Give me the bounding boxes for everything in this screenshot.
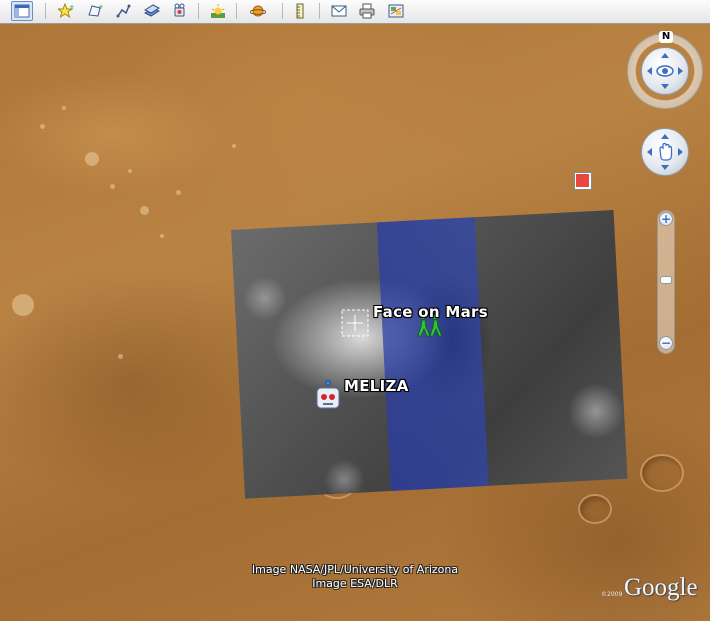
record-tour-icon (174, 3, 185, 17)
add-placemark-button[interactable]: + (55, 1, 77, 21)
robot-icon[interactable] (314, 380, 342, 412)
add-placemark-icon: + (58, 3, 74, 19)
compass-north-label[interactable]: N (659, 31, 673, 43)
overlay-corner-marker[interactable] (574, 172, 592, 190)
print-icon (359, 3, 375, 19)
record-tour-button[interactable] (170, 1, 192, 21)
move-joystick[interactable] (641, 128, 689, 176)
add-image-overlay-icon (144, 4, 160, 17)
planets-button[interactable] (247, 1, 269, 21)
image-overlay[interactable] (231, 209, 628, 499)
svg-text:+: + (98, 3, 103, 11)
email-button[interactable] (328, 1, 350, 21)
show-sidebar-button[interactable] (11, 1, 33, 21)
terrain-speck (128, 169, 132, 173)
terrain-crater (578, 494, 612, 524)
view-in-google-maps-icon (388, 4, 404, 18)
show-sidebar-icon (14, 4, 30, 18)
map-view[interactable]: Face on Mars MELIZA Image NASA/JPL/Unive… (0, 24, 710, 621)
toolbar: + + (0, 0, 710, 24)
add-polygon-icon: + (88, 3, 103, 17)
toolbar-separator (319, 3, 320, 19)
add-path-button[interactable] (113, 1, 135, 21)
add-image-overlay-button[interactable] (141, 1, 163, 21)
ruler-button[interactable] (289, 1, 311, 21)
terrain-crater (640, 454, 684, 492)
meliza-label[interactable]: MELIZA (344, 377, 409, 395)
eye-icon (647, 53, 683, 89)
stop-icon (576, 174, 589, 187)
terrain-speck (85, 152, 99, 166)
svg-text:+: + (69, 3, 74, 11)
hand-icon (647, 134, 683, 170)
plus-icon: + (660, 212, 672, 226)
terrain-speck (110, 184, 115, 189)
zoom-in-button[interactable]: + (659, 212, 673, 226)
terrain-speck (12, 294, 34, 316)
copyright-text: ©2009 (601, 591, 623, 598)
terrain-speck (176, 190, 181, 195)
zoom-slider-thumb[interactable] (660, 276, 672, 284)
overlay-blue-band (376, 217, 489, 491)
target-crosshair-icon (341, 309, 369, 337)
attribution-line-2: Image ESA/DLR (312, 577, 398, 590)
toolbar-separator (198, 3, 199, 19)
toolbar-separator (45, 3, 46, 19)
email-icon (331, 5, 347, 17)
view-in-google-maps-button[interactable] (385, 1, 407, 21)
face-on-mars-label[interactable]: Face on Mars (373, 303, 488, 321)
look-joystick[interactable] (641, 47, 689, 95)
google-logo: Google (624, 574, 698, 601)
ruler-icon (296, 3, 304, 19)
sun-button[interactable] (207, 1, 229, 21)
add-polygon-button[interactable]: + (84, 1, 106, 21)
add-path-icon (116, 4, 131, 18)
terrain-speck (40, 124, 45, 129)
toolbar-separator (282, 3, 283, 19)
terrain-speck (62, 106, 66, 110)
minus-icon: − (660, 336, 672, 350)
zoom-out-button[interactable]: − (659, 336, 673, 350)
toolbar-separator (236, 3, 237, 19)
look-around-control[interactable] (627, 33, 703, 109)
terrain-speck (232, 144, 236, 148)
print-button[interactable] (356, 1, 378, 21)
sun-icon (211, 4, 225, 18)
terrain-speck (160, 234, 164, 238)
terrain-speck (140, 206, 149, 215)
planets-icon (250, 5, 266, 17)
attribution-line-1: Image NASA/JPL/University of Arizona (251, 563, 459, 576)
terrain-speck (118, 354, 123, 359)
